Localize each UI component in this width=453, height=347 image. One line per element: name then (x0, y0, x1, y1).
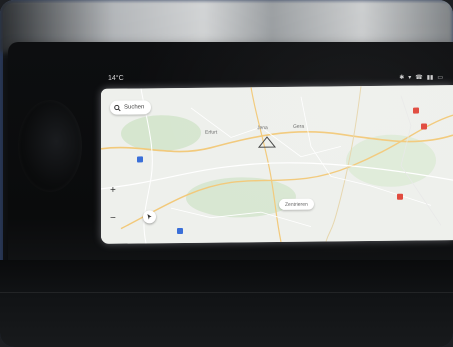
place-label-gera: Gera (293, 123, 305, 130)
map-screen[interactable]: Suchen Erfurt Jena Gera + − Zentrieren (101, 85, 453, 244)
wifi-icon: ▾ (408, 75, 412, 81)
poi-marker[interactable] (397, 193, 403, 200)
center-button[interactable]: Zentrieren (279, 198, 314, 210)
place-label-jena: Jena (257, 125, 268, 132)
highway-badge (177, 227, 183, 235)
phone-icon: ☎ (415, 75, 423, 81)
status-icons: ✱ ▾ ☎ ▮▮ ▭ (399, 74, 443, 81)
navigation-arrow-icon (147, 214, 152, 220)
control-knob (18, 100, 82, 192)
photo-frame: 14°C ✱ ▾ ☎ ▮▮ ▭ Suchen Erfurt Jena Gera … (0, 0, 453, 347)
poi-marker[interactable] (421, 123, 427, 130)
dashboard-panel (0, 260, 453, 347)
bluetooth-icon: ✱ (399, 75, 405, 81)
search-icon (114, 104, 121, 111)
search-button[interactable]: Suchen (110, 100, 152, 115)
center-label: Zentrieren (285, 201, 308, 208)
dashboard-seam (0, 292, 453, 293)
highway-badge (137, 156, 143, 163)
temperature-label: 14°C (108, 75, 124, 82)
signal-icon: ▮▮ (426, 75, 434, 81)
zoom-out-button[interactable]: − (110, 213, 116, 224)
battery-icon: ▭ (437, 75, 443, 81)
locate-button[interactable] (143, 210, 156, 224)
zoom-in-button[interactable]: + (110, 185, 116, 196)
poi-marker[interactable] (413, 107, 419, 114)
place-label-erfurt: Erfurt (205, 129, 218, 136)
search-label: Suchen (124, 104, 145, 111)
zoom-control: + − (107, 181, 125, 233)
